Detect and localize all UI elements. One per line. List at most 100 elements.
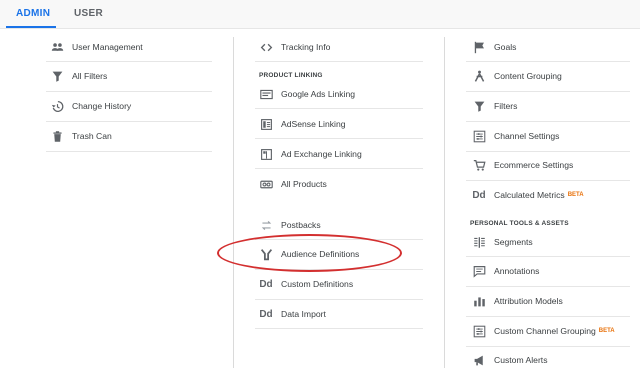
- divider: [466, 256, 630, 257]
- settings-sliders-icon: [472, 129, 486, 143]
- user-management-link[interactable]: User Management: [50, 37, 143, 57]
- funnel-icon: [472, 99, 486, 113]
- postbacks-label: Postbacks: [281, 220, 321, 230]
- code-brackets-icon: [259, 40, 273, 54]
- postback-arrows-icon: [259, 218, 273, 232]
- filters-link[interactable]: Filters: [472, 96, 517, 116]
- divider: [466, 121, 630, 122]
- change-history-link[interactable]: Change History: [50, 96, 131, 116]
- divider: [46, 151, 212, 152]
- calculated-metrics-label: Calculated Metrics: [494, 190, 565, 200]
- trash-icon: [50, 129, 64, 143]
- comment-icon: [472, 264, 486, 278]
- ad-exchange-linking-link[interactable]: Ad Exchange Linking: [259, 144, 362, 164]
- calculated-metrics-link[interactable]: Dd Calculated Metrics BETA: [472, 185, 584, 205]
- tab-user[interactable]: USER: [74, 8, 103, 19]
- divider: [46, 61, 212, 62]
- column-divider: [444, 37, 445, 368]
- shopping-cart-icon: [472, 158, 486, 172]
- adsense-linking-link[interactable]: AdSense Linking: [259, 114, 346, 134]
- custom-alerts-link[interactable]: Custom Alerts: [472, 350, 548, 370]
- goals-link[interactable]: Goals: [472, 37, 516, 57]
- divider: [255, 168, 423, 169]
- link-chain-icon: [259, 177, 273, 191]
- history-icon: [50, 99, 64, 113]
- custom-definitions-label: Custom Definitions: [281, 279, 354, 289]
- tracking-info-label: Tracking Info: [281, 42, 331, 52]
- content-grouping-label: Content Grouping: [494, 71, 562, 81]
- filters-label: Filters: [494, 101, 518, 111]
- divider: [255, 138, 423, 139]
- data-import-label: Data Import: [281, 309, 326, 319]
- channel-settings-link[interactable]: Channel Settings: [472, 126, 559, 146]
- attribution-models-link[interactable]: Attribution Models: [472, 291, 563, 311]
- ad-panel-icon: [259, 87, 273, 101]
- adsense-page-icon: [259, 117, 273, 131]
- segments-icon: [472, 235, 486, 249]
- adsense-linking-label: AdSense Linking: [281, 119, 346, 129]
- divider: [466, 91, 630, 92]
- flag-icon: [472, 40, 486, 54]
- beta-badge: BETA: [598, 328, 615, 334]
- custom-channel-grouping-label: Custom Channel Grouping: [494, 326, 596, 336]
- divider: [255, 299, 423, 300]
- change-history-label: Change History: [72, 101, 132, 111]
- dd-icon: Dd: [259, 307, 273, 321]
- divider: [46, 91, 212, 92]
- postbacks-link[interactable]: Postbacks: [259, 215, 321, 235]
- annotations-label: Annotations: [494, 266, 540, 276]
- channel-settings-label: Channel Settings: [494, 131, 560, 141]
- section-heading-product-linking: PRODUCT LINKING: [259, 72, 323, 79]
- highlight-ellipse: [217, 234, 402, 272]
- divider: [255, 328, 423, 329]
- section-heading-personal-tools: PERSONAL TOOLS & ASSETS: [470, 220, 569, 227]
- settings-sliders-icon: [472, 324, 486, 338]
- trash-can-label: Trash Can: [72, 131, 112, 141]
- ad-exchange-icon: [259, 147, 273, 161]
- ecommerce-settings-link[interactable]: Ecommerce Settings: [472, 155, 573, 175]
- data-import-link[interactable]: Dd Data Import: [259, 304, 326, 324]
- google-ads-linking-link[interactable]: Google Ads Linking: [259, 84, 355, 104]
- divider: [46, 121, 212, 122]
- all-filters-link[interactable]: All Filters: [50, 66, 107, 86]
- content-grouping-link[interactable]: Content Grouping: [472, 66, 562, 86]
- dd-glyph: Dd: [259, 308, 273, 320]
- divider: [466, 316, 630, 317]
- tracking-info-link[interactable]: Tracking Info: [259, 37, 330, 57]
- funnel-icon: [50, 69, 64, 83]
- all-filters-label: All Filters: [72, 71, 108, 81]
- trash-can-link[interactable]: Trash Can: [50, 126, 112, 146]
- segments-label: Segments: [494, 237, 533, 247]
- attribution-models-label: Attribution Models: [494, 296, 563, 306]
- column-divider: [233, 37, 234, 368]
- google-ads-linking-label: Google Ads Linking: [281, 89, 356, 99]
- divider: [466, 286, 630, 287]
- segments-link[interactable]: Segments: [472, 232, 533, 252]
- custom-definitions-link[interactable]: Dd Custom Definitions: [259, 274, 353, 294]
- divider: [466, 151, 630, 152]
- divider: [466, 61, 630, 62]
- dd-glyph: Dd: [472, 189, 486, 201]
- top-tab-bar: ADMIN USER: [0, 0, 640, 29]
- person-walking-icon: [472, 69, 486, 83]
- dd-icon: Dd: [259, 277, 273, 291]
- tab-admin[interactable]: ADMIN: [16, 8, 50, 19]
- custom-alerts-label: Custom Alerts: [494, 355, 548, 365]
- active-tab-indicator: [6, 26, 56, 28]
- ad-exchange-linking-label: Ad Exchange Linking: [281, 149, 362, 159]
- divider: [255, 108, 423, 109]
- all-products-label: All Products: [281, 179, 327, 189]
- goals-label: Goals: [494, 42, 517, 52]
- megaphone-icon: [472, 353, 486, 367]
- bar-chart-icon: [472, 294, 486, 308]
- annotations-link[interactable]: Annotations: [472, 261, 539, 281]
- custom-channel-grouping-link[interactable]: Custom Channel Grouping BETA: [472, 321, 615, 341]
- divider: [255, 61, 423, 62]
- user-management-label: User Management: [72, 42, 143, 52]
- all-products-link[interactable]: All Products: [259, 174, 327, 194]
- divider: [466, 346, 630, 347]
- dd-icon: Dd: [472, 188, 486, 202]
- divider: [466, 180, 630, 181]
- beta-badge: BETA: [567, 192, 584, 198]
- people-icon: [50, 40, 64, 54]
